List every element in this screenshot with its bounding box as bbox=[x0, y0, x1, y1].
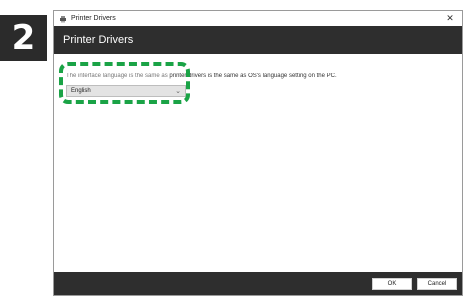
step-number-badge: 2 bbox=[0, 15, 47, 61]
window-title: Printer Drivers bbox=[71, 15, 116, 22]
printer-drivers-dialog: Printer Drivers ✕ Printer Drivers The in… bbox=[53, 10, 463, 296]
highlight-callout bbox=[59, 62, 190, 104]
ok-button[interactable]: OK bbox=[372, 278, 412, 290]
dialog-footer: OK Cancel bbox=[54, 272, 462, 295]
title-bar: Printer Drivers ✕ bbox=[54, 11, 462, 26]
printer-icon bbox=[59, 15, 67, 23]
description-text: printer drivers is the same as OS's lang… bbox=[169, 73, 337, 79]
close-button[interactable]: ✕ bbox=[444, 11, 456, 26]
cancel-button[interactable]: Cancel bbox=[417, 278, 457, 290]
dialog-header: Printer Drivers bbox=[54, 26, 462, 54]
